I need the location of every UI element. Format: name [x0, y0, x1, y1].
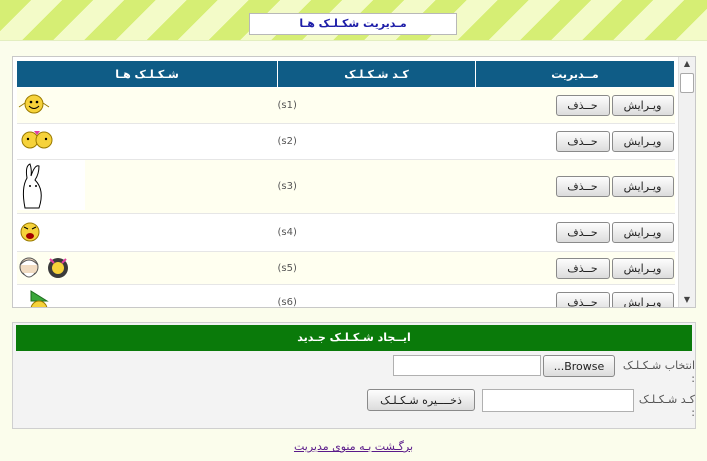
page-title: مـديريت شكـلـک هـا: [249, 13, 457, 35]
smiley-s6-icon: [30, 290, 49, 307]
actions-cell: حــذف ويـرايش: [475, 87, 675, 124]
column-header-code: كـد شـكـلـک: [277, 60, 476, 88]
code-cell: (s6): [277, 284, 476, 307]
actions-cell: حــذف ويـرايش: [475, 284, 675, 307]
file-input[interactable]: [393, 355, 541, 376]
actions-cell: حــذف ويـرايش: [475, 213, 675, 252]
scroll-down-icon[interactable]: ▼: [679, 293, 695, 307]
delete-button[interactable]: حــذف: [555, 131, 610, 152]
smiley-cell: [16, 87, 278, 124]
form-header: ايــجاد شـكـلـک جـديد: [16, 325, 692, 351]
delete-button[interactable]: حــذف: [555, 95, 610, 116]
smiley-s3-icon: [16, 160, 85, 210]
delete-button[interactable]: حــذف: [555, 292, 610, 307]
smiley-s2-icon: [21, 131, 52, 149]
table-header-row: شـكـلـک هـا كـد شـكـلـک مــديريت: [16, 60, 675, 88]
table-row: (s5) حــذف ويـرايش: [16, 251, 675, 285]
table-row: (s2) حــذف ويـرايش: [16, 123, 675, 160]
smiley-list: شـكـلـک هـا كـد شـكـلـک مــديريت (s1) حـ…: [16, 60, 676, 307]
code-cell: (s5): [277, 251, 476, 285]
code-cell: (s4): [277, 213, 476, 252]
actions-cell: حــذف ويـرايش: [475, 251, 675, 285]
smiley-cell: [16, 159, 278, 214]
smiley-s1-icon: [18, 94, 49, 114]
smiley-s5-icon: [19, 257, 68, 278]
actions-cell: حــذف ويـرايش: [475, 123, 675, 160]
edit-button[interactable]: ويـرايش: [611, 222, 674, 243]
smiley-s4-icon: [20, 222, 39, 242]
delete-button[interactable]: حــذف: [555, 222, 610, 243]
save-smiley-button[interactable]: ذخــــيره شـكـلـک: [367, 389, 475, 411]
code-cell: (s1): [277, 87, 476, 124]
code-label: كـد شـكـلـک :: [638, 393, 695, 419]
table-row: (s6) حــذف ويـرايش: [16, 284, 675, 307]
code-input[interactable]: [482, 389, 634, 412]
edit-button[interactable]: ويـرايش: [611, 257, 674, 279]
new-smiley-form: ايــجاد شـكـلـک جـديد انتخاب شـكـلـک : B…: [12, 322, 696, 429]
delete-button[interactable]: حــذف: [555, 176, 610, 197]
code-cell: (s3): [277, 159, 476, 214]
browse-button[interactable]: Browse...: [543, 355, 615, 377]
delete-button[interactable]: حــذف: [555, 257, 610, 279]
edit-button[interactable]: ويـرايش: [611, 176, 674, 197]
actions-cell: حــذف ويـرايش: [475, 159, 675, 214]
smiley-cell: [16, 123, 278, 160]
back-to-admin-menu-link[interactable]: برگـشت بـه منوى مديريت: [0, 440, 707, 453]
smiley-cell: [16, 213, 278, 252]
smiley-table: شـكـلـک هـا كـد شـكـلـک مــديريت (s1) حـ…: [16, 60, 675, 307]
smiley-list-frame: شـكـلـک هـا كـد شـكـلـک مــديريت (s1) حـ…: [12, 56, 696, 308]
table-row: (s4) حــذف ويـرايش: [16, 213, 675, 252]
scroll-up-icon[interactable]: ▲: [679, 57, 695, 71]
code-cell: (s2): [277, 123, 476, 160]
table-row: (s1) حــذف ويـرايش: [16, 87, 675, 124]
edit-button[interactable]: ويـرايش: [611, 292, 674, 307]
column-header-actions: مــديريت: [475, 60, 675, 88]
list-scrollbar[interactable]: ▲ ▼: [678, 57, 695, 307]
main-panel: شـكـلـک هـا كـد شـكـلـک مــديريت (s1) حـ…: [0, 40, 707, 461]
file-label: انتخاب شـكـلـک :: [622, 359, 695, 385]
table-row: (s3) حــذف ويـرايش: [16, 159, 675, 214]
smiley-cell: [16, 251, 278, 285]
edit-button[interactable]: ويـرايش: [611, 95, 674, 116]
column-header-smiley: شـكـلـک هـا: [16, 60, 278, 88]
edit-button[interactable]: ويـرايش: [611, 131, 674, 152]
smiley-cell: [16, 284, 278, 307]
scrollbar-thumb[interactable]: [680, 73, 694, 93]
